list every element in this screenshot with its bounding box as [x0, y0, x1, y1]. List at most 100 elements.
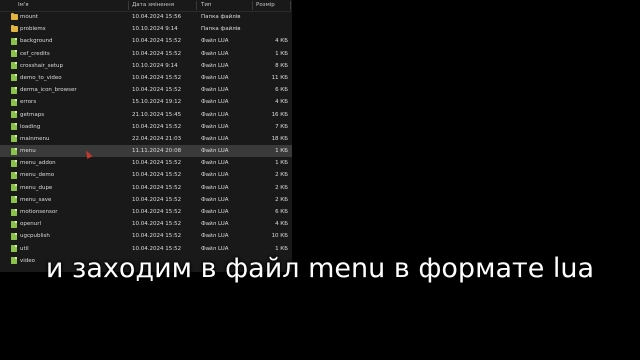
file-name: demo_to_video	[20, 74, 62, 81]
file-name: menu_dupe	[20, 184, 53, 191]
file-date-modified: 10.04.2024 15:52	[132, 245, 182, 252]
lua-file-icon	[11, 171, 17, 179]
file-size: 6 КБ	[275, 87, 288, 94]
file-size: 4 КБ	[275, 38, 288, 45]
file-size: 11 КБ	[271, 74, 288, 81]
file-size: 1 КБ	[275, 160, 288, 167]
column-header-type[interactable]: Тип	[201, 2, 212, 8]
file-date-modified: 22.04.2024 21:03	[132, 135, 182, 142]
file-type: Файл LUA	[201, 245, 229, 252]
file-name: menu_addon	[20, 160, 56, 167]
file-type: Файл LUA	[201, 111, 229, 118]
file-row[interactable]: mount 10.04.2024 15:56 Папка файлів	[0, 11, 292, 23]
file-date-modified: 10.04.2024 15:56	[132, 14, 182, 20]
file-row[interactable]: mainmenu 22.04.2024 21:03 Файл LUA 18 КБ	[0, 133, 292, 145]
lua-file-icon	[11, 98, 17, 106]
file-type: Файл LUA	[201, 99, 229, 106]
file-row[interactable]: menu_dupe 10.04.2024 15:52 Файл LUA 2 КБ	[0, 182, 292, 194]
lua-file-icon	[11, 135, 17, 143]
file-name: mount	[20, 14, 38, 20]
file-size: 16 КБ	[271, 111, 288, 118]
column-divider[interactable]	[128, 1, 129, 10]
file-date-modified: 10.10.2024 9:14	[132, 26, 178, 33]
lua-file-icon	[11, 220, 17, 228]
file-type: Папка файлів	[201, 26, 241, 33]
lua-file-icon	[11, 37, 17, 45]
column-header-date[interactable]: Дата змінення	[132, 2, 174, 8]
folder-icon	[11, 13, 18, 20]
file-row[interactable]: getmaps 21.10.2024 15:45 Файл LUA 16 КБ	[0, 109, 292, 121]
column-header-name[interactable]: Ім'я	[18, 2, 29, 8]
lua-file-icon	[11, 245, 17, 253]
lua-file-icon	[11, 232, 17, 240]
folder-icon	[11, 25, 18, 33]
file-size: 7 КБ	[275, 123, 288, 130]
file-row[interactable]: menu 11.11.2024 20:08 Файл LUA 1 КБ	[0, 145, 292, 158]
file-name: errors	[20, 99, 37, 106]
file-name: getmaps	[20, 111, 45, 118]
file-type: Файл LUA	[201, 148, 229, 155]
file-type: Файл LUA	[201, 62, 229, 69]
file-row[interactable]: menu_addon 10.04.2024 15:52 Файл LUA 1 КБ	[0, 157, 292, 169]
file-type: Файл LUA	[201, 135, 229, 142]
file-row[interactable]: crosshair_setup 10.10.2024 9:14 Файл LUA 8 …	[0, 60, 292, 72]
file-size: 1 КБ	[275, 148, 288, 155]
lua-file-icon	[11, 123, 17, 131]
file-name: crosshair_setup	[20, 62, 64, 69]
lua-file-icon	[11, 184, 17, 192]
file-date-modified: 10.04.2024 15:52	[132, 172, 182, 179]
file-type: Файл LUA	[201, 87, 229, 94]
lua-file-icon	[11, 62, 17, 70]
file-row[interactable]: loading 10.04.2024 15:52 Файл LUA 7 КБ	[0, 121, 292, 133]
file-name: mainmenu	[20, 135, 50, 142]
file-row[interactable]: cef_credits 10.04.2024 15:52 Файл LUA 1 КБ	[0, 48, 292, 60]
file-type: Файл LUA	[201, 172, 229, 179]
file-row[interactable]: menu_demo 10.04.2024 15:52 Файл LUA 2 КБ	[0, 169, 292, 181]
file-date-modified: 10.04.2024 15:52	[132, 160, 182, 167]
file-row[interactable]: ugcpublish 10.04.2024 15:52 Файл LUA 10 КБ	[0, 230, 292, 242]
lua-file-icon	[11, 208, 17, 216]
file-name: loading	[20, 123, 41, 130]
file-explorer-pane: Ім'я Дата змінення Тип Розмір mount 10.04…	[0, 0, 292, 272]
file-date-modified: 10.04.2024 15:52	[132, 209, 182, 215]
column-header-size[interactable]: Розмір	[256, 2, 275, 8]
file-row[interactable]: derma_icon_browser 10.04.2024 15:52 Файл L…	[0, 84, 292, 96]
file-date-modified: 10.04.2024 15:52	[132, 123, 182, 130]
file-size: 2 КБ	[275, 172, 288, 179]
file-size: 1 КБ	[275, 50, 288, 57]
file-row[interactable]: motionsensor 10.04.2024 15:52 Файл LUA 6 КБ	[0, 206, 292, 218]
file-size: 4 КБ	[275, 99, 288, 106]
file-type: Папка файлів	[201, 14, 241, 20]
column-divider[interactable]	[252, 1, 253, 10]
file-size: 18 КБ	[271, 135, 288, 142]
file-type: Файл LUA	[201, 74, 229, 81]
file-date-modified: 10.10.2024 9:14	[132, 62, 178, 69]
lua-file-icon	[11, 111, 17, 118]
lua-file-icon	[11, 50, 17, 58]
file-name: menu_demo	[20, 172, 55, 179]
file-name: ugcpublish	[20, 233, 50, 240]
file-date-modified: 10.04.2024 15:52	[132, 184, 182, 191]
file-row[interactable]: background 10.04.2024 15:52 Файл LUA 4 КБ	[0, 35, 292, 47]
column-divider[interactable]	[196, 1, 197, 10]
file-row[interactable]: demo_to_video 10.04.2024 15:52 Файл LUA 11 …	[0, 72, 292, 84]
file-size: 2 КБ	[275, 184, 288, 191]
column-divider[interactable]	[290, 1, 291, 10]
file-name: menu	[20, 148, 36, 155]
file-size: 10 КБ	[271, 233, 288, 240]
file-date-modified: 15.10.2024 19:12	[132, 99, 182, 106]
file-date-modified: 10.04.2024 15:52	[132, 74, 182, 81]
file-row[interactable]: errors 15.10.2024 19:12 Файл LUA 4 КБ	[0, 96, 292, 108]
file-name: cef_credits	[20, 50, 50, 57]
file-size: 6 КБ	[275, 209, 288, 215]
file-date-modified: 10.04.2024 15:52	[132, 196, 182, 203]
file-row[interactable]: menu_save 10.04.2024 15:52 Файл LUA 2 КБ	[0, 194, 292, 206]
file-name: problems	[20, 26, 46, 33]
file-row[interactable]: problems 10.10.2024 9:14 Папка файлів	[0, 23, 292, 35]
lua-file-icon	[11, 147, 17, 155]
file-row[interactable]: openurl 10.04.2024 15:52 Файл LUA 4 КБ	[0, 218, 292, 230]
file-type: Файл LUA	[201, 50, 229, 57]
file-name: derma_icon_browser	[20, 87, 77, 94]
file-name: motionsensor	[20, 209, 58, 215]
lua-file-icon	[11, 74, 17, 82]
